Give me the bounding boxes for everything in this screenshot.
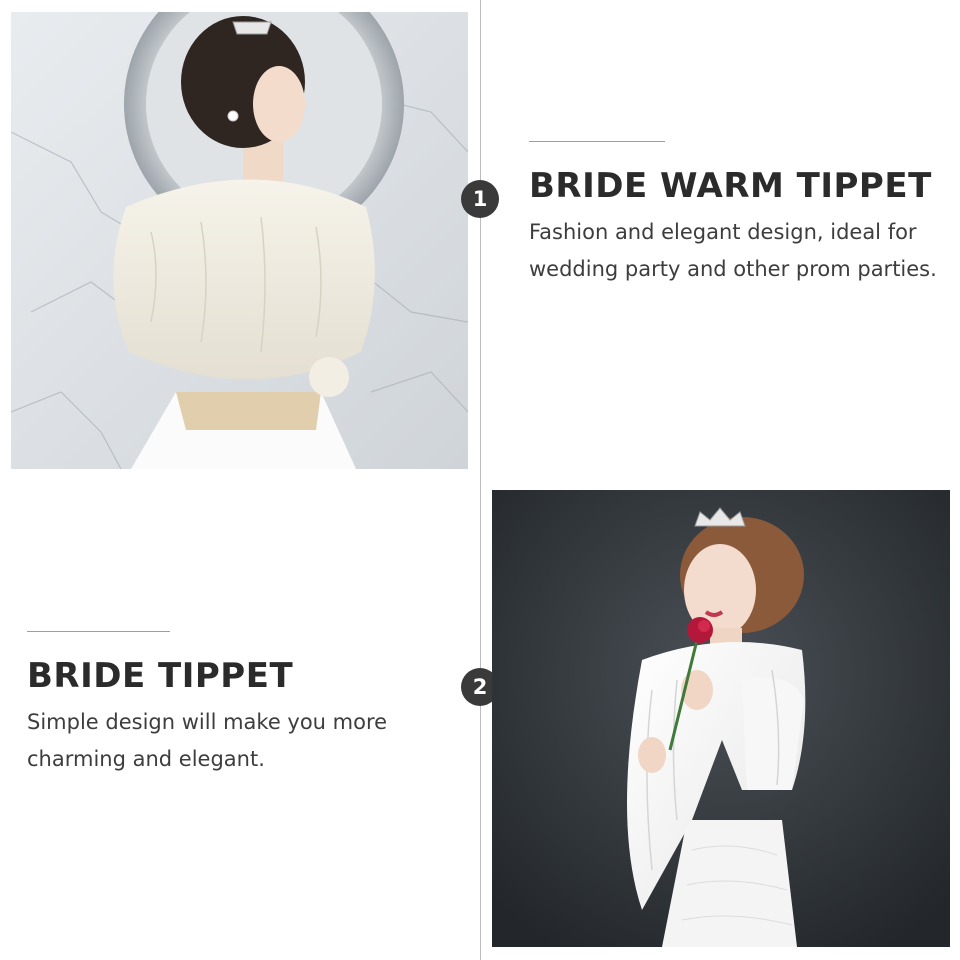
heading-rule — [529, 141, 665, 142]
step-number-2-label: 2 — [472, 675, 488, 699]
feature-description-2: Simple design will make you more charmin… — [27, 710, 388, 771]
step-number-1-label: 1 — [472, 187, 488, 211]
timeline-divider — [480, 0, 481, 960]
product-photo-bride-back-view — [11, 12, 468, 469]
feature-text-bride-warm-tippet: BRIDE WARM TIPPET Fashion and elegant de… — [529, 141, 949, 288]
product-photo-bride-with-rose — [492, 490, 950, 947]
heading-rule — [27, 631, 170, 632]
feature-title-2: BRIDE TIPPET — [27, 656, 294, 696]
feature-text-bride-tippet: BRIDE TIPPET Simple design will make you… — [27, 631, 427, 778]
step-number-1: 1 — [461, 180, 499, 218]
feature-title-1: BRIDE WARM TIPPET — [529, 166, 932, 206]
feature-description-1: Fashion and elegant design, ideal for we… — [529, 220, 937, 281]
